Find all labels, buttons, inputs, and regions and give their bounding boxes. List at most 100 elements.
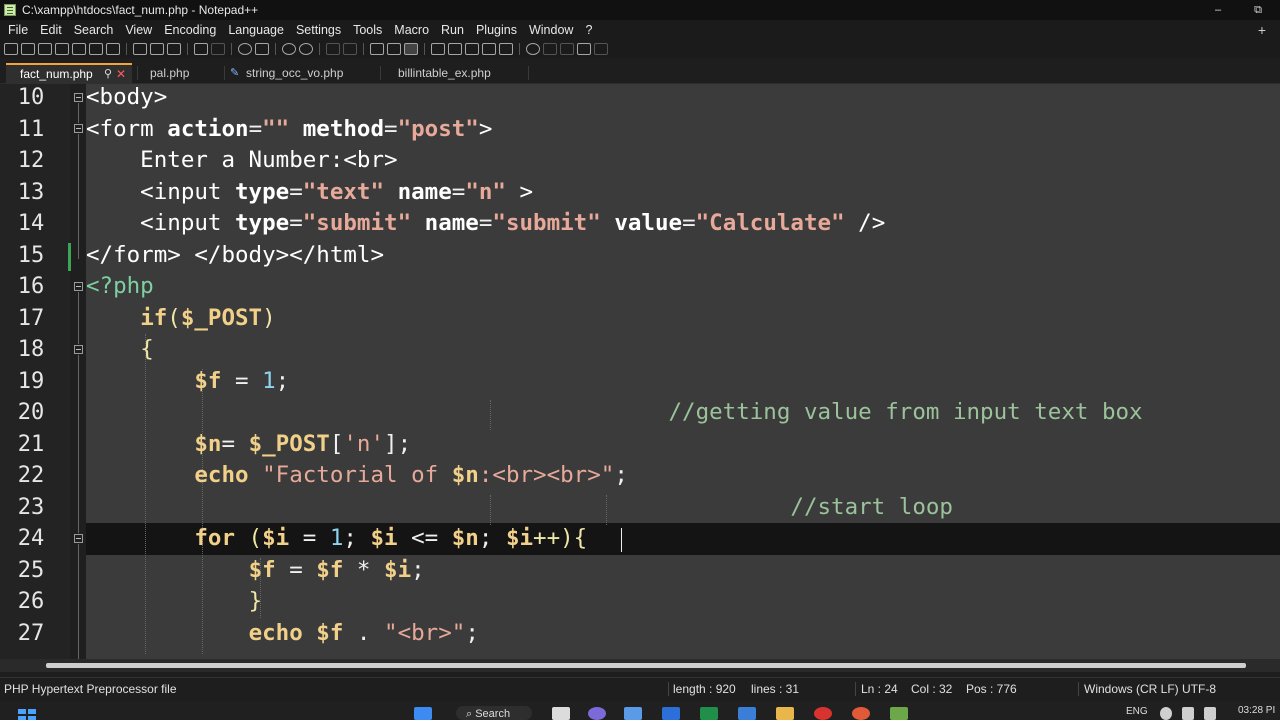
redo-icon[interactable] xyxy=(211,43,225,55)
define-language-icon[interactable] xyxy=(431,43,445,55)
menu-window[interactable]: Window xyxy=(523,20,579,40)
save-all-icon[interactable] xyxy=(55,43,69,55)
menu-search[interactable]: Search xyxy=(68,20,120,40)
sync-vertical-icon[interactable] xyxy=(326,43,340,55)
menu-help[interactable]: ? xyxy=(579,20,598,40)
play-macro-icon[interactable] xyxy=(560,43,574,55)
code-editor[interactable]: <body> <form action="" method="post"> En… xyxy=(86,84,1280,659)
menu-run[interactable]: Run xyxy=(435,20,470,40)
code-token: } xyxy=(248,588,263,614)
replace-icon[interactable] xyxy=(255,43,269,55)
scrollbar-thumb[interactable] xyxy=(46,663,1246,668)
code-line: echo "Factorial of $n:<br><br>"; xyxy=(86,460,628,491)
zoom-out-icon[interactable] xyxy=(299,43,313,55)
document-map-icon[interactable] xyxy=(448,43,462,55)
menu-view[interactable]: View xyxy=(119,20,158,40)
print-icon[interactable] xyxy=(106,43,120,55)
find-icon[interactable] xyxy=(238,43,252,55)
zoom-in-icon[interactable] xyxy=(282,43,296,55)
task-view-icon[interactable] xyxy=(552,707,570,720)
close-all-icon[interactable] xyxy=(89,43,103,55)
tab-string-occ[interactable]: ✎ string_occ_vo.php xyxy=(226,63,380,84)
sync-horizontal-icon[interactable] xyxy=(343,43,357,55)
excel-icon[interactable] xyxy=(700,707,718,720)
run-macro-multiple-icon[interactable] xyxy=(577,43,591,55)
fold-toggle-icon[interactable] xyxy=(74,345,83,354)
close-tab-icon[interactable]: ✕ xyxy=(116,65,126,83)
code-token: ++){ xyxy=(533,525,588,551)
add-menu-button[interactable]: + xyxy=(1258,20,1266,40)
chrome-icon[interactable] xyxy=(852,707,870,720)
new-file-icon[interactable] xyxy=(4,43,18,55)
app-icon[interactable] xyxy=(738,707,756,720)
fold-toggle-icon[interactable] xyxy=(74,93,83,102)
menu-edit[interactable]: Edit xyxy=(34,20,68,40)
menu-plugins[interactable]: Plugins xyxy=(470,20,523,40)
tab-fact-num[interactable]: fact_num.php ⚲ ✕ xyxy=(6,63,132,84)
cut-icon[interactable] xyxy=(133,43,147,55)
fold-toggle-icon[interactable] xyxy=(74,124,83,133)
tray-clock[interactable]: 03:28 PI xyxy=(1238,705,1275,716)
code-token: = xyxy=(221,368,263,394)
restore-button[interactable]: ⧉ xyxy=(1238,0,1278,20)
record-macro-icon[interactable] xyxy=(526,43,540,55)
battery-icon[interactable] xyxy=(1204,707,1216,720)
code-token: = xyxy=(384,116,398,142)
code-line: if($_POST) xyxy=(86,303,275,334)
app-icon[interactable] xyxy=(624,707,642,720)
copy-icon[interactable] xyxy=(150,43,164,55)
browser-icon[interactable] xyxy=(814,707,832,720)
menu-settings[interactable]: Settings xyxy=(290,20,347,40)
word-wrap-icon[interactable] xyxy=(370,43,384,55)
line-number: 24 xyxy=(17,526,45,551)
volume-icon[interactable] xyxy=(1182,707,1194,720)
menu-language[interactable]: Language xyxy=(222,20,290,40)
tab-separator xyxy=(224,66,225,80)
code-token: 1 xyxy=(262,368,276,394)
line-number: 25 xyxy=(17,558,45,583)
fold-toggle-icon[interactable] xyxy=(74,534,83,543)
word-icon[interactable] xyxy=(662,707,680,720)
wifi-icon[interactable] xyxy=(1160,707,1172,720)
tray-language[interactable]: ENG xyxy=(1126,706,1148,717)
chat-icon[interactable] xyxy=(588,707,606,720)
fold-line xyxy=(78,134,79,259)
indent-guide-icon[interactable] xyxy=(404,43,418,55)
windows-logo-icon[interactable] xyxy=(414,707,432,720)
monitoring-icon[interactable] xyxy=(499,43,513,55)
code-token: $i xyxy=(262,525,290,551)
fold-toggle-icon[interactable] xyxy=(74,282,83,291)
status-position: Pos : 776 xyxy=(966,682,1017,696)
code-token: echo xyxy=(194,462,249,488)
open-file-icon[interactable] xyxy=(21,43,35,55)
code-token: <= xyxy=(397,525,452,551)
code-token: . xyxy=(343,620,385,646)
minimize-button[interactable]: – xyxy=(1198,0,1238,20)
taskbar-search[interactable]: ⌕ Search xyxy=(456,706,532,720)
code-token: ; xyxy=(411,557,425,583)
windows-start-icon[interactable] xyxy=(18,709,36,720)
toolbar xyxy=(0,40,1280,58)
line-number-gutter[interactable]: 10 11 12 13 14 15 16 17 18 19 20 21 22 2… xyxy=(0,84,70,659)
folder-workspace-icon[interactable] xyxy=(482,43,496,55)
code-token: Enter a Number:<br> xyxy=(86,147,398,173)
show-all-chars-icon[interactable] xyxy=(387,43,401,55)
file-explorer-icon[interactable] xyxy=(776,707,794,720)
menu-encoding[interactable]: Encoding xyxy=(158,20,222,40)
status-separator xyxy=(1078,682,1079,696)
tab-billintable[interactable]: billintable_ex.php xyxy=(388,63,528,84)
close-icon[interactable] xyxy=(72,43,86,55)
menu-file[interactable]: File xyxy=(2,20,34,40)
notepadpp-taskbar-icon[interactable] xyxy=(890,707,908,720)
menu-macro[interactable]: Macro xyxy=(388,20,435,40)
menu-tools[interactable]: Tools xyxy=(347,20,388,40)
save-icon[interactable] xyxy=(38,43,52,55)
save-macro-icon[interactable] xyxy=(594,43,608,55)
function-list-icon[interactable] xyxy=(465,43,479,55)
stop-record-icon[interactable] xyxy=(543,43,557,55)
horizontal-scrollbar[interactable] xyxy=(0,659,1280,672)
undo-icon[interactable] xyxy=(194,43,208,55)
paste-icon[interactable] xyxy=(167,43,181,55)
tab-pal[interactable]: pal.php xyxy=(140,63,224,84)
pin-icon[interactable]: ⚲ xyxy=(104,65,112,83)
